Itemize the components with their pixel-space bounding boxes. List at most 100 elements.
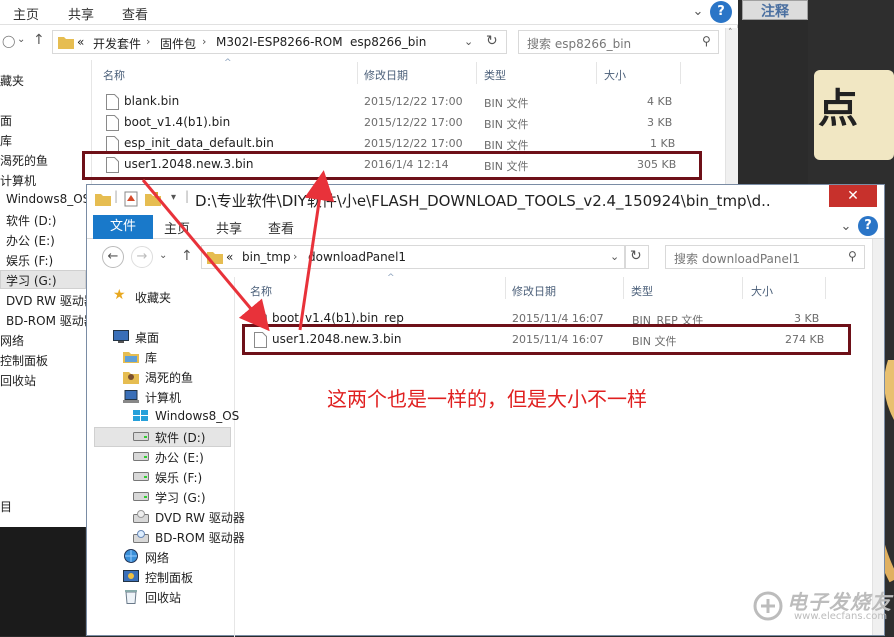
tab-home[interactable]: 主页 [164, 218, 190, 237]
new-folder-icon[interactable] [145, 192, 161, 206]
nav-drive-e[interactable]: 办公 (E:) [6, 232, 55, 249]
recycle-bin-icon [125, 590, 137, 604]
nav-favorites[interactable]: 藏夹 [0, 72, 24, 89]
front-search-input[interactable]: 搜索 downloadPanel1 ⚲ [665, 245, 865, 269]
file-row[interactable]: boot_v1.4(b1).bin 2015/12/22 17:00 BIN 文… [106, 113, 676, 133]
scroll-up-icon[interactable]: ˄ [728, 28, 733, 38]
breadcrumb-separator-icon[interactable]: › [293, 250, 297, 263]
breadcrumb-item[interactable]: bin_tmp [242, 250, 291, 264]
address-dropdown-icon[interactable]: ⌄ [464, 35, 473, 48]
nav-drive-f[interactable]: 娱乐 (F:) [6, 252, 53, 269]
nav-drive-g[interactable]: 学习 (G:) [6, 272, 57, 289]
desktop-background [0, 527, 85, 636]
column-size[interactable]: 大小 [604, 67, 626, 83]
help-icon[interactable]: ? [710, 1, 732, 23]
back-ribbon: 主页 共享 查看 ⌄ ? [0, 0, 738, 25]
window-title: D:\专业软件\DIY软件\小e\FLASH_DOWNLOAD_TOOLS_v2… [195, 192, 770, 210]
up-arrow-icon[interactable]: ↑ [33, 32, 45, 48]
breadcrumb-separator-icon[interactable]: › [335, 35, 339, 48]
back-address-row: ◯ ⌄ ↑ « 开发套件 › 固件包 › M302I-ESP8266-ROM ›… [0, 28, 738, 58]
close-button[interactable]: ✕ [829, 185, 877, 207]
nav-user[interactable]: 渴死的鱼 [0, 152, 48, 169]
qat-dropdown-icon[interactable]: ▾ [171, 192, 176, 203]
column-divider[interactable] [357, 62, 358, 84]
search-icon[interactable]: ⚲ [848, 249, 857, 263]
tab-share[interactable]: 共享 [216, 218, 242, 237]
column-divider[interactable] [742, 277, 743, 299]
star-icon: ★ [113, 287, 126, 303]
column-divider[interactable] [623, 277, 624, 299]
breadcrumb-item[interactable]: 开发套件 [93, 35, 141, 52]
column-divider[interactable] [825, 277, 826, 299]
history-dropdown-icon[interactable]: ⌄ [159, 250, 167, 261]
breadcrumb-item[interactable]: M302I-ESP8266-ROM [216, 35, 343, 49]
tab-file[interactable]: 文件 [93, 215, 153, 239]
desktop-icon [113, 330, 129, 343]
breadcrumb-overflow[interactable]: « [226, 250, 233, 264]
breadcrumb-item[interactable]: esp8266_bin [350, 35, 426, 49]
nav-recycle-bin[interactable]: 回收站 [0, 372, 36, 389]
refresh-button[interactable]: ↻ [625, 245, 649, 269]
nav-desktop[interactable]: 面 [0, 112, 12, 129]
column-name[interactable]: 名称 [103, 67, 125, 83]
breadcrumb-separator-icon[interactable]: › [202, 35, 206, 48]
sort-indicator-icon: ^ [387, 273, 395, 283]
drive-icon [133, 492, 149, 501]
user-folder-icon [123, 372, 139, 384]
ribbon-collapse-icon[interactable]: ⌄ [835, 216, 857, 238]
column-divider[interactable] [596, 62, 597, 84]
control-panel-icon [123, 570, 139, 582]
nav-drive-c[interactable]: Windows8_OS [6, 192, 90, 206]
nav-drive-d[interactable]: 软件 (D:) [6, 212, 56, 229]
column-divider[interactable] [680, 62, 681, 84]
tab-share[interactable]: 共享 [68, 4, 94, 23]
file-row[interactable]: blank.bin 2015/12/22 17:00 BIN 文件 4 KB [106, 92, 676, 112]
bd-drive-icon [133, 530, 149, 543]
refresh-icon[interactable]: ↻ [486, 33, 498, 49]
forward-button-icon[interactable]: → [131, 246, 153, 268]
history-dropdown-icon[interactable]: ⌄ [17, 34, 25, 45]
refresh-icon[interactable]: ↻ [630, 248, 642, 264]
column-divider[interactable] [505, 277, 506, 299]
watermark-url: www.elecfans.com [794, 611, 888, 622]
windows-drive-icon [133, 410, 148, 421]
help-icon[interactable]: ? [858, 216, 878, 236]
breadcrumb-item[interactable]: 固件包 [160, 35, 196, 52]
qat-divider: | [114, 189, 119, 203]
front-scrollbar[interactable] [872, 239, 884, 635]
tab-view[interactable]: 查看 [268, 218, 294, 237]
back-search-input[interactable]: 搜索 esp8266_bin ⚲ [518, 30, 719, 54]
column-type[interactable]: 类型 [484, 67, 506, 83]
back-button-icon[interactable]: ← [102, 246, 124, 268]
column-name[interactable]: 名称 [250, 283, 272, 299]
annotation-button[interactable]: 注释 [742, 0, 808, 20]
nav-dvd-drive[interactable]: DVD RW 驱动器 [6, 292, 96, 309]
front-title-bar: | ▾ | D:\专业软件\DIY软件\小e\FLASH_DOWNLOAD_TO… [87, 185, 884, 215]
address-dropdown-icon[interactable]: ⌄ [610, 250, 619, 263]
nav-computer[interactable]: 计算机 [0, 172, 36, 189]
front-address-bar[interactable]: « bin_tmp › downloadPanel1 ⌄ [201, 245, 625, 269]
tab-view[interactable]: 查看 [122, 4, 148, 23]
column-date[interactable]: 修改日期 [364, 67, 408, 83]
nav-bd-drive[interactable]: BD-ROM 驱动器 [6, 312, 96, 329]
annotation-text: 这两个也是一样的，但是大小不一样 [327, 387, 647, 411]
up-arrow-icon[interactable]: ↑ [181, 248, 193, 264]
nav-network[interactable]: 网络 [0, 332, 24, 349]
tab-home[interactable]: 主页 [13, 4, 39, 23]
column-type[interactable]: 类型 [631, 283, 653, 299]
column-date[interactable]: 修改日期 [512, 283, 556, 299]
back-arrow-icon[interactable]: ◯ [2, 34, 15, 48]
breadcrumb-overflow[interactable]: « [77, 35, 84, 49]
column-size[interactable]: 大小 [751, 283, 773, 299]
ribbon-collapse-icon[interactable]: ⌄ [687, 1, 709, 23]
properties-icon[interactable] [124, 191, 138, 207]
search-icon[interactable]: ⚲ [702, 34, 711, 48]
breadcrumb-item[interactable]: downloadPanel1 [308, 250, 406, 264]
file-icon [106, 115, 119, 131]
file-icon [106, 136, 119, 152]
column-divider[interactable] [476, 62, 477, 84]
nav-control-panel[interactable]: 控制面板 [0, 352, 48, 369]
breadcrumb-separator-icon[interactable]: › [146, 35, 150, 48]
nav-library[interactable]: 库 [0, 132, 12, 149]
back-address-bar[interactable]: « 开发套件 › 固件包 › M302I-ESP8266-ROM › esp82… [52, 30, 507, 54]
